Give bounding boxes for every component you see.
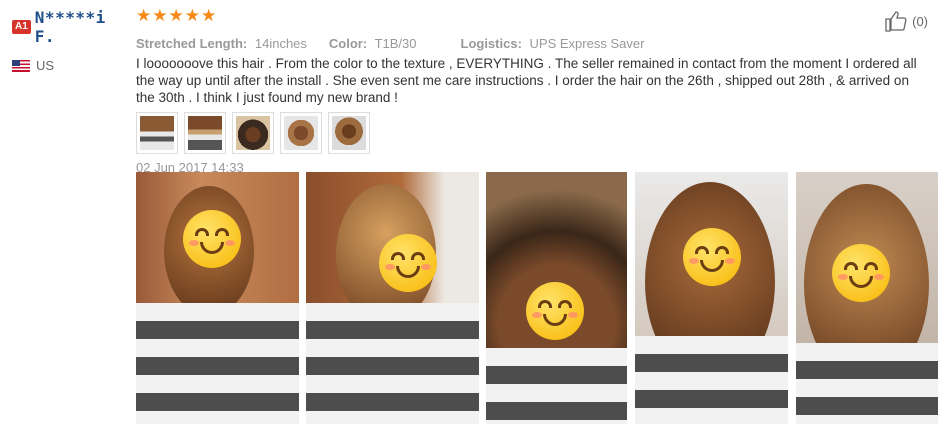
attr-color: Color: T1B/30: [329, 36, 417, 51]
review-text: I looooooove this hair . From the color …: [136, 56, 917, 105]
helpful-count: (0): [912, 13, 928, 29]
attr-value: UPS Express Saver: [529, 36, 645, 51]
review-photo[interactable]: [306, 172, 479, 424]
review-thumbnail[interactable]: [328, 112, 370, 154]
reviewer-name: N*****i F.: [34, 8, 106, 46]
review-thumbnail[interactable]: [184, 112, 226, 154]
reviewer-country: US: [36, 58, 55, 73]
review-photo[interactable]: [635, 172, 788, 424]
attr-value: T1B/30: [374, 36, 417, 51]
review-thumbnail[interactable]: [280, 112, 322, 154]
star-rating: ★ ★ ★ ★ ★: [136, 6, 936, 26]
reviewer-info: A1 N*****i F. US: [12, 8, 132, 73]
attr-label: Logistics:: [460, 36, 522, 51]
attr-label: Stretched Length:: [136, 36, 248, 51]
buyer-level-badge: A1: [12, 20, 31, 34]
review-thumbnail[interactable]: [232, 112, 274, 154]
attr-label: Color:: [328, 36, 368, 51]
helpful-button[interactable]: (0): [884, 10, 928, 32]
reviewer-name-row: A1 N*****i F.: [12, 8, 132, 46]
star-icon: ★: [136, 6, 152, 25]
reviewer-country-row: US: [12, 58, 132, 73]
review-photo[interactable]: [136, 172, 299, 424]
star-icon: ★: [184, 6, 200, 25]
order-attributes: Stretched Length: 14inches Color: T1B/30…: [136, 36, 936, 51]
review-photo[interactable]: [486, 172, 627, 424]
review-body: ★ ★ ★ ★ ★ Stretched Length: 14inches Col…: [136, 6, 936, 175]
thumbs-up-icon: [885, 11, 907, 32]
attr-stretched-length: Stretched Length: 14inches: [136, 36, 307, 51]
review-photo[interactable]: [796, 172, 938, 424]
star-icon: ★: [168, 6, 184, 25]
attr-value: 14inches: [254, 36, 307, 51]
review-photos: [136, 172, 938, 424]
review-thumbnail[interactable]: [136, 112, 178, 154]
star-icon: ★: [152, 6, 168, 25]
star-icon: ★: [201, 6, 217, 25]
us-flag-icon: [12, 59, 30, 72]
attr-logistics: Logistics: UPS Express Saver: [461, 36, 645, 51]
thumbnail-strip: [136, 112, 936, 154]
